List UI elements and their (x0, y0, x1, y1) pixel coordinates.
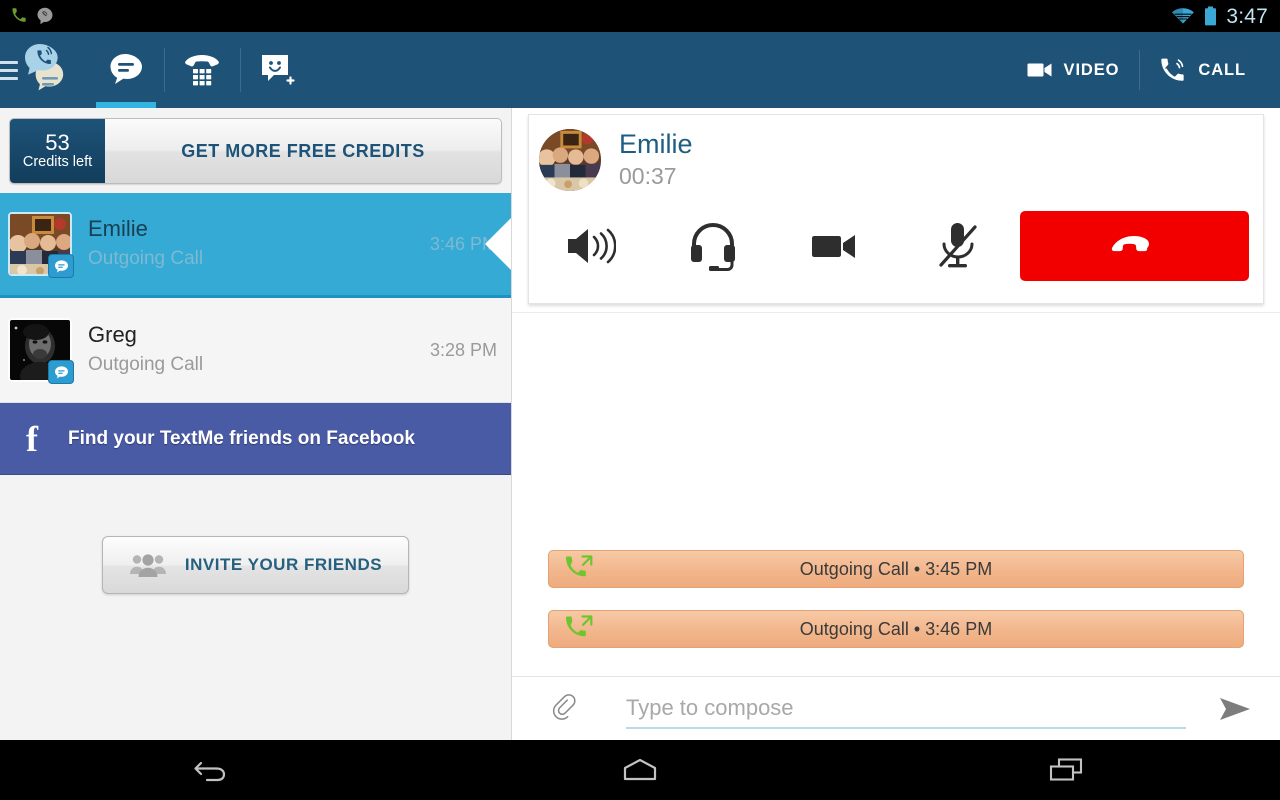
microphone-muted-icon (939, 222, 977, 268)
action-bar-actions: VIDEO CALL (1007, 32, 1280, 108)
back-arrow-icon (194, 761, 226, 782)
call-meta: Emilie 00:37 (619, 129, 693, 192)
android-status-bar: 3:47 (0, 0, 1280, 32)
call-controls (529, 198, 1263, 294)
home-icon (623, 758, 657, 781)
invite-button-label: INVITE YOUR FRIENDS (184, 555, 383, 574)
message-composer (512, 676, 1280, 740)
sms-bubble-badge (48, 360, 74, 384)
avatar (8, 212, 74, 278)
credits-section: 53 Credits left GET MORE FREE CREDITS (0, 108, 511, 193)
facebook-banner-label: Find your TextMe friends on Facebook (68, 427, 415, 449)
battery-icon (1205, 6, 1217, 26)
send-button[interactable] (1208, 695, 1262, 723)
invite-your-friends-button[interactable]: INVITE YOUR FRIENDS (101, 536, 410, 594)
facebook-find-friends-banner[interactable]: f Find your TextMe friends on Facebook (0, 403, 511, 475)
call-avatar (539, 129, 601, 192)
tab-messages[interactable] (88, 32, 164, 108)
nav-back-button[interactable] (0, 756, 427, 784)
list-item[interactable]: Greg Outgoing Call 3:28 PM (0, 298, 511, 403)
wifi-icon (1172, 8, 1195, 24)
credits-bar[interactable]: 53 Credits left GET MORE FREE CREDITS (9, 118, 502, 184)
avatar (8, 318, 74, 384)
list-item-text: Greg Outgoing Call (88, 321, 420, 379)
status-notifications (0, 7, 54, 25)
android-navigation-bar (0, 740, 1280, 800)
selected-indicator-notch (485, 218, 511, 270)
conversation-time: 3:28 PM (429, 339, 497, 360)
video-camera-icon (1027, 63, 1052, 77)
tab-strip (88, 32, 316, 108)
sms-bubble-badge (48, 254, 74, 278)
list-item-text: Emilie Outgoing Call (88, 215, 420, 273)
phone-green-icon (12, 8, 26, 22)
attach-button[interactable] (542, 692, 588, 726)
facebook-f-icon: f (26, 418, 38, 459)
mute-button[interactable] (897, 210, 1020, 282)
call-header: Emilie 00:37 (529, 115, 1263, 192)
video-button-label: VIDEO (1063, 60, 1120, 79)
contact-name: Emilie (88, 215, 148, 241)
paperclip-icon (552, 693, 576, 720)
call-contact-name: Emilie (619, 129, 693, 159)
hamburger-menu-icon[interactable] (0, 60, 18, 80)
phone-call-icon (1161, 58, 1185, 81)
video-toggle-button[interactable] (774, 210, 897, 282)
video-camera-icon (811, 234, 855, 258)
contact-name: Greg (88, 321, 137, 347)
outgoing-call-icon (565, 615, 593, 644)
active-call-card: Emilie 00:37 (528, 114, 1264, 304)
chat-bubble-icon (110, 54, 142, 84)
message-feed: Outgoing Call • 3:45 PM Outgoing Call • … (512, 312, 1280, 676)
call-event-row[interactable]: Outgoing Call • 3:45 PM (548, 550, 1244, 588)
textme-logo-icon (20, 41, 82, 99)
smiley-add-icon (262, 55, 295, 85)
recent-apps-icon (1049, 758, 1082, 781)
video-button[interactable]: VIDEO (1007, 32, 1140, 108)
list-item[interactable]: Emilie Outgoing Call 3:46 PM (0, 193, 511, 298)
tab-new-contact[interactable] (240, 32, 316, 108)
conversation-list: Emilie Outgoing Call 3:46 PM Greg Outgoi… (0, 193, 511, 403)
credits-badge: 53 Credits left (10, 119, 105, 183)
conversations-sidebar: 53 Credits left GET MORE FREE CREDITS Em… (0, 108, 512, 740)
call-event-label: Outgoing Call • 3:45 PM (799, 558, 993, 579)
headset-button[interactable] (652, 210, 775, 282)
call-event-label: Outgoing Call • 3:46 PM (799, 618, 993, 639)
app-action-bar: VIDEO CALL (0, 32, 1280, 108)
invite-section: INVITE YOUR FRIENDS (0, 475, 511, 655)
call-button-label: CALL (1198, 60, 1246, 79)
get-more-credits-button[interactable]: GET MORE FREE CREDITS (105, 119, 501, 183)
status-clock: 3:47 (1226, 4, 1268, 28)
conversation-preview: Outgoing Call (88, 354, 204, 376)
compose-input[interactable] (626, 688, 1186, 729)
nav-home-button[interactable] (427, 756, 854, 784)
people-group-icon (129, 554, 166, 577)
hangup-button[interactable] (1019, 210, 1250, 281)
speaker-icon (568, 228, 617, 264)
tab-dialer[interactable] (164, 32, 240, 108)
app-notification-icon (37, 7, 53, 25)
send-arrow-icon (1220, 697, 1250, 720)
outgoing-call-icon (565, 555, 593, 584)
headset-icon (690, 222, 735, 271)
app-root: 3:47 VIDEO CALL 53 Credits left GET MORE… (0, 0, 1280, 800)
conversation-detail-panel: Emilie 00:37 Outgoing Call • 3:45 PM Out… (512, 108, 1280, 740)
credits-count: 53 (45, 130, 70, 156)
conversation-preview: Outgoing Call (88, 248, 204, 270)
hangup-phone-icon (1112, 235, 1150, 252)
nav-recents-button[interactable] (853, 756, 1280, 784)
credits-label: Credits left (22, 154, 93, 171)
dialpad-phone-icon (185, 55, 219, 86)
status-system-icons: 3:47 (1171, 6, 1280, 27)
speaker-button[interactable] (529, 210, 652, 282)
call-event-row[interactable]: Outgoing Call • 3:46 PM (548, 610, 1244, 648)
call-button[interactable]: CALL (1139, 32, 1266, 108)
call-duration: 00:37 (619, 163, 677, 190)
